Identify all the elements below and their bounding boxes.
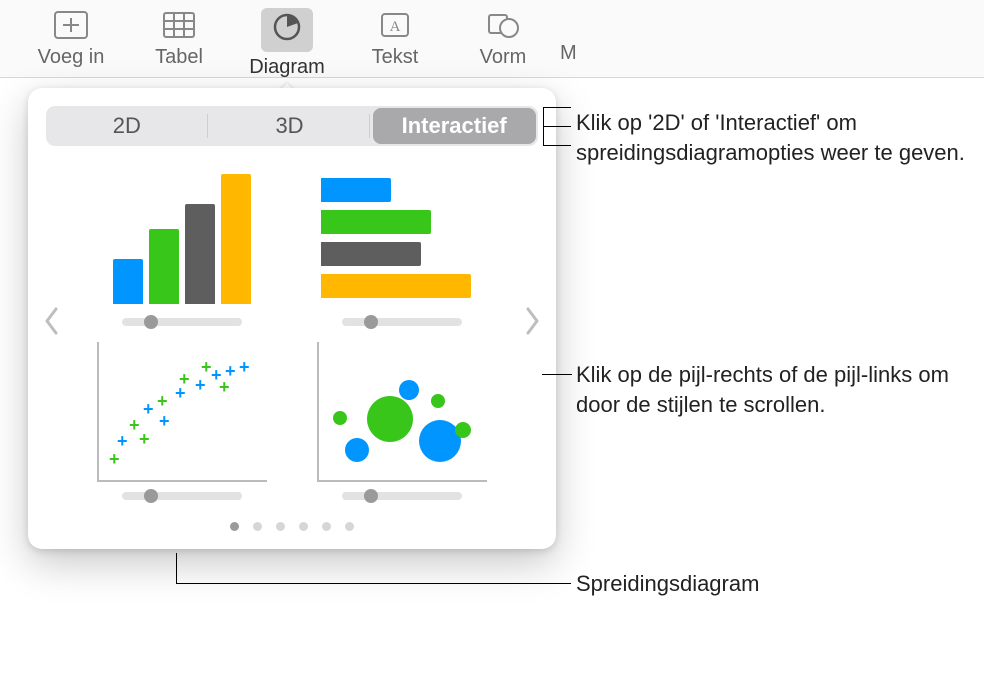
toolbar-text[interactable]: A Tekst: [344, 8, 446, 69]
column-chart-thumbnail: [97, 168, 267, 308]
shape-icon: [485, 8, 521, 42]
text-icon: A: [377, 8, 413, 42]
chart-thumbnail-grid: + + + + + + + + + + + + + + +: [90, 168, 494, 500]
insert-icon: [53, 8, 89, 42]
chart-icon: [269, 10, 305, 44]
callout-line: [543, 145, 571, 146]
callout-line: [542, 374, 572, 375]
callout-line: [176, 553, 177, 583]
toolbar-label: M: [560, 42, 577, 65]
bubble-chart-thumbnail: [317, 342, 487, 482]
style-slider[interactable]: [342, 318, 462, 326]
chevron-left-icon: [44, 307, 60, 335]
scatter-chart-thumbnail: + + + + + + + + + + + + + + +: [97, 342, 267, 482]
carousel-prev-arrow[interactable]: [42, 307, 62, 343]
toolbar-more-truncated[interactable]: M: [560, 8, 590, 65]
callout-line: [176, 583, 571, 584]
page-dot[interactable]: [322, 522, 331, 531]
callout-tabs: Klik op '2D' of 'Interactief' om spreidi…: [576, 108, 976, 167]
callout-scatter: Spreidingsdiagram: [576, 569, 759, 599]
style-slider[interactable]: [342, 492, 462, 500]
callout-text: Klik op de pijl-rechts of de pijl-links …: [576, 362, 949, 417]
chart-option-bubble[interactable]: [310, 342, 494, 500]
callout-text: Spreidingsdiagram: [576, 571, 759, 596]
page-dot[interactable]: [230, 522, 239, 531]
chart-style-carousel: + + + + + + + + + + + + + + +: [46, 146, 538, 504]
tab-2d[interactable]: 2D: [46, 106, 209, 146]
toolbar-label: Tekst: [372, 46, 419, 69]
toolbar-insert[interactable]: Voeg in: [20, 8, 122, 69]
carousel-next-arrow[interactable]: [522, 307, 542, 343]
chart-option-column[interactable]: [90, 168, 274, 326]
page-dot[interactable]: [276, 522, 285, 531]
table-icon: [161, 8, 197, 42]
toolbar-shape[interactable]: Vorm: [452, 8, 554, 69]
toolbar-chart[interactable]: Diagram: [236, 8, 338, 79]
toolbar: Voeg in Tabel Diagram A Tekst Vorm M: [0, 0, 984, 78]
toolbar-table[interactable]: Tabel: [128, 8, 230, 69]
carousel-page-dots[interactable]: [46, 522, 538, 531]
toolbar-label: Tabel: [155, 46, 203, 69]
page-dot[interactable]: [299, 522, 308, 531]
callout-line: [543, 126, 571, 127]
page-dot[interactable]: [345, 522, 354, 531]
chart-option-bar[interactable]: [310, 168, 494, 326]
toolbar-label: Voeg in: [38, 46, 105, 69]
chart-type-segmented: 2D 3D Interactief: [46, 106, 538, 146]
callout-arrows: Klik op de pijl-rechts of de pijl-links …: [576, 360, 976, 419]
svg-text:A: A: [390, 19, 401, 35]
callout-line: [543, 107, 571, 108]
chart-picker-popover: 2D 3D Interactief: [28, 88, 556, 549]
chart-option-scatter[interactable]: + + + + + + + + + + + + + + +: [90, 342, 274, 500]
style-slider[interactable]: [122, 492, 242, 500]
tab-interactive[interactable]: Interactief: [373, 108, 536, 144]
tab-3d[interactable]: 3D: [209, 106, 372, 146]
page-dot[interactable]: [253, 522, 262, 531]
callout-text: Klik op '2D' of 'Interactief' om spreidi…: [576, 110, 965, 165]
toolbar-label: Vorm: [480, 46, 527, 69]
chevron-right-icon: [524, 307, 540, 335]
bar-chart-thumbnail: [317, 168, 487, 308]
toolbar-label: Diagram: [249, 56, 325, 79]
style-slider[interactable]: [122, 318, 242, 326]
